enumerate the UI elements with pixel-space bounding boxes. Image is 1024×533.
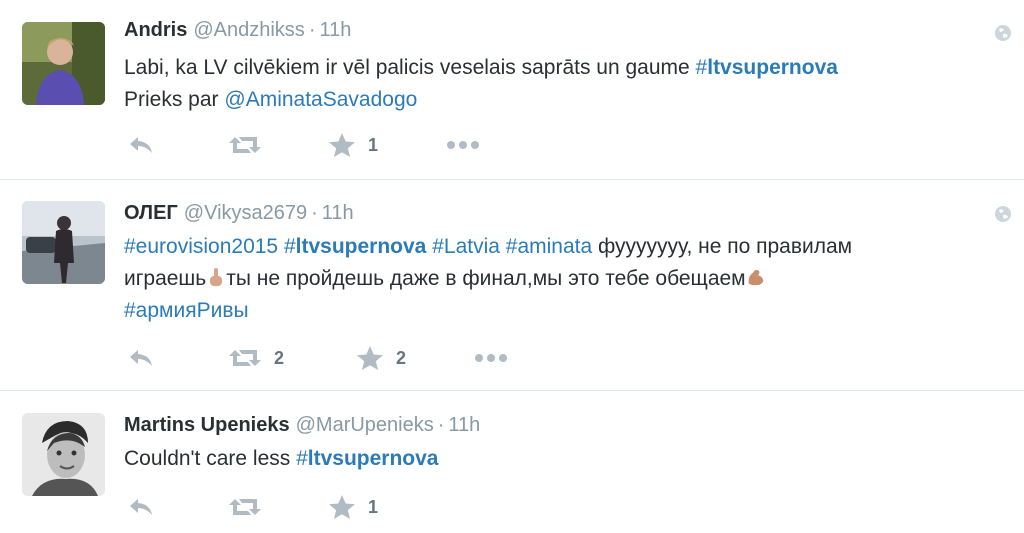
tweet-actions: 1 xyxy=(128,492,446,522)
globe-icon[interactable] xyxy=(994,24,1012,42)
retweet-button[interactable] xyxy=(228,492,328,522)
author-username[interactable]: @Vikysa2679 xyxy=(184,202,307,224)
star-icon xyxy=(329,133,355,157)
retweet-icon xyxy=(229,137,261,153)
text-segment: Labi, ka LV cilvēkiem ir vēl palicis ves… xyxy=(124,56,696,79)
star-icon xyxy=(329,495,355,519)
reply-button[interactable] xyxy=(128,492,228,522)
avatar-image xyxy=(22,22,105,105)
favorite-button[interactable]: 1 xyxy=(328,492,446,522)
hashtag-link[interactable]: #армияРивы xyxy=(124,299,249,322)
star-icon xyxy=(357,346,383,370)
separator: · xyxy=(311,202,318,224)
reply-icon xyxy=(130,499,152,515)
author-username[interactable]: @MarUpenieks xyxy=(296,414,434,436)
tweet-actions: 2 2 xyxy=(128,343,508,373)
text-segment: ты не пройдешь даже в финал,мы это тебе … xyxy=(226,267,746,290)
more-dots-icon xyxy=(447,141,479,149)
tweet-header: Martins Upenieks @MarUpenieks · 11h xyxy=(124,412,480,438)
avatar[interactable] xyxy=(22,22,105,105)
flexed-biceps-emoji-icon xyxy=(748,270,763,286)
tweet-text-line: играешь ты не пройдешь даже в финал,мы эт… xyxy=(124,263,1004,295)
text-segment: фууууууу, не по правилам xyxy=(592,235,853,258)
avatar-image xyxy=(22,201,105,284)
tweet-text: Couldn't care less #ltvsupernova xyxy=(124,443,1004,475)
author-name[interactable]: Andris xyxy=(124,19,187,41)
hashtag-link[interactable]: #ltvsupernova xyxy=(296,447,438,470)
favorite-count: 1 xyxy=(368,134,379,155)
author-name[interactable]: Martins Upenieks xyxy=(124,414,290,436)
text-segment: играешь xyxy=(124,267,207,290)
tweet[interactable]: Martins Upenieks @MarUpenieks · 11h Couldn'… xyxy=(0,391,1024,533)
tweet-header: Andris @Andzhikss · 11h xyxy=(124,17,351,43)
timestamp[interactable]: 11h xyxy=(319,19,351,41)
separator: · xyxy=(437,414,445,436)
avatar[interactable] xyxy=(22,201,105,284)
tweet[interactable]: ОЛЕГ @Vikysa2679 · 11h #eurovision2015 #ltv… xyxy=(0,180,1024,391)
hashtag-link[interactable]: #ltvsupernova xyxy=(284,235,426,258)
hash-symbol: # xyxy=(296,447,308,470)
hashtag-text: ltvsupernova xyxy=(295,235,427,258)
more-button[interactable] xyxy=(446,130,480,160)
reply-button[interactable] xyxy=(128,343,228,373)
text-segment: Couldn't care less xyxy=(124,447,297,470)
avatar[interactable] xyxy=(22,413,105,496)
hashtag-link[interactable]: #aminata xyxy=(506,235,592,258)
tweet-text: #eurovision2015 #ltvsupernova #Latvia #a… xyxy=(124,231,1004,327)
hashtag-text: ltvsupernova xyxy=(307,447,439,470)
retweet-count: 2 xyxy=(274,347,285,368)
hashtag-link[interactable]: #ltvsupernova xyxy=(696,56,838,79)
tweet-text-line: Labi, ka LV cilvēkiem ir vēl palicis ves… xyxy=(124,52,1004,84)
reply-icon xyxy=(130,137,152,153)
mention-link[interactable]: @AminataSavadogo xyxy=(224,88,417,111)
timestamp[interactable]: 11h xyxy=(322,202,354,224)
retweet-button[interactable]: 2 xyxy=(228,343,356,373)
author-username[interactable]: @Andzhikss xyxy=(193,19,304,41)
tweet[interactable]: Andris @Andzhikss · 11h Labi, ka LV cilvēki… xyxy=(0,0,1024,180)
globe-icon[interactable] xyxy=(994,205,1012,223)
tweet-actions: 1 xyxy=(128,130,480,160)
author-name[interactable]: ОЛЕГ xyxy=(124,202,178,224)
text-segment: Prieks par xyxy=(124,88,225,111)
tweet-text: Labi, ka LV cilvēkiem ir vēl palicis ves… xyxy=(124,52,1004,116)
hash-symbol: # xyxy=(283,235,296,258)
retweet-button[interactable] xyxy=(228,130,328,160)
more-dots-icon xyxy=(475,354,507,362)
tweet-header: ОЛЕГ @Vikysa2679 · 11h xyxy=(124,200,354,226)
tweet-text-line: #eurovision2015 #ltvsupernova #Latvia #a… xyxy=(124,231,1004,263)
retweet-icon xyxy=(229,499,261,515)
favorite-count: 2 xyxy=(396,347,407,368)
retweet-icon xyxy=(229,350,261,366)
tweet-text-line: #армияРивы xyxy=(124,295,1004,327)
hash-symbol: # xyxy=(695,56,708,79)
favorite-count: 1 xyxy=(368,496,379,517)
hashtag-link[interactable]: #Latvia xyxy=(432,235,500,258)
pointing-up-emoji-icon xyxy=(210,268,223,286)
hashtag-text: ltvsupernova xyxy=(707,56,838,79)
reply-button[interactable] xyxy=(128,130,228,160)
tweet-timeline: Andris @Andzhikss · 11h Labi, ka LV cilvēki… xyxy=(0,0,1024,533)
avatar-image xyxy=(22,413,105,496)
hashtag-link[interactable]: #eurovision2015 xyxy=(124,235,278,258)
favorite-button[interactable]: 2 xyxy=(356,343,474,373)
reply-icon xyxy=(130,350,152,366)
more-button[interactable] xyxy=(474,343,508,373)
favorite-button[interactable]: 1 xyxy=(328,130,446,160)
tweet-text-line: Couldn't care less #ltvsupernova xyxy=(124,443,1004,475)
tweet-text-line: Prieks par @AminataSavadogo xyxy=(124,84,1004,116)
separator: · xyxy=(308,19,316,41)
timestamp[interactable]: 11h xyxy=(448,414,480,436)
